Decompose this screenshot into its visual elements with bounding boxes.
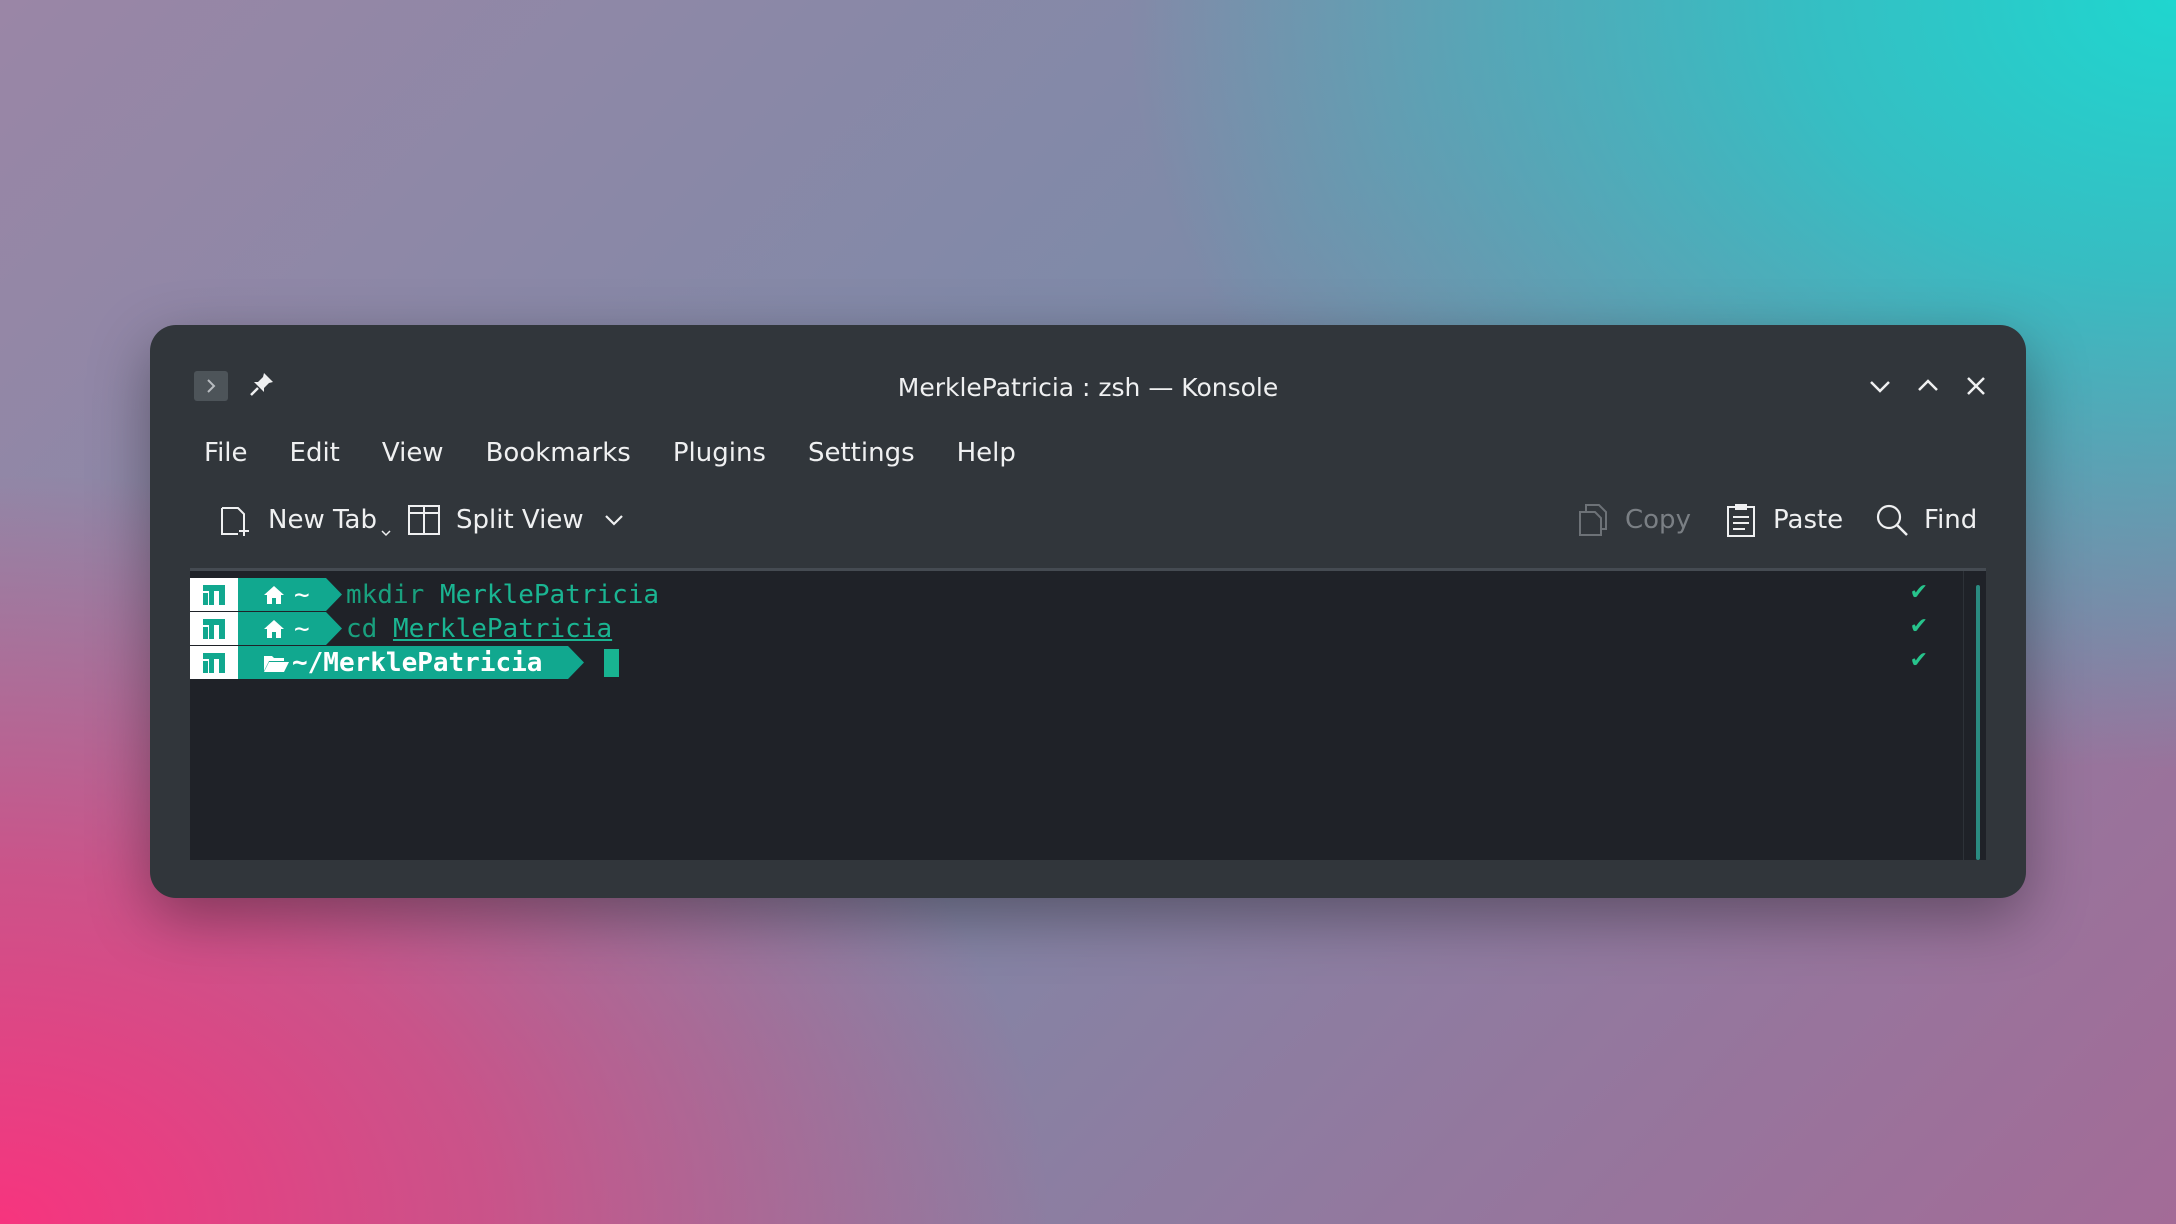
find-button[interactable]: Find (1874, 485, 1977, 555)
copy-icon (1579, 504, 1607, 536)
os-logo-icon (203, 584, 225, 605)
new-tab-button[interactable]: New Tab (218, 485, 393, 555)
maximize-button[interactable] (1913, 371, 1943, 401)
os-segment (190, 646, 254, 679)
path-text: ~ (294, 579, 310, 610)
os-logo-icon (203, 618, 225, 639)
home-icon (264, 585, 284, 604)
path-text: ~ (294, 613, 310, 644)
os-segment (190, 578, 254, 611)
command-argument: MerklePatricia (439, 579, 660, 610)
terminal-line: ~ mkdir MerklePatricia (190, 578, 659, 611)
command-name: cd (346, 613, 378, 644)
terminal-cursor (604, 648, 619, 677)
status-check-icon: ✔ (1909, 580, 1928, 605)
status-check-icon: ✔ (1909, 614, 1928, 639)
menu-view[interactable]: View (382, 433, 444, 473)
folder-open-icon (264, 655, 289, 672)
search-icon (1876, 504, 1908, 536)
menu-edit[interactable]: Edit (290, 433, 340, 473)
path-segment: ~ (238, 578, 342, 611)
menu-plugins[interactable]: Plugins (673, 433, 766, 473)
menu-help[interactable]: Help (957, 433, 1016, 473)
konsole-window: MerklePatricia : zsh — Konsole File Edit… (150, 325, 2026, 898)
menubar: File Edit View Bookmarks Plugins Setting… (204, 433, 1058, 473)
split-view-label: Split View (456, 505, 584, 535)
paste-label: Paste (1773, 505, 1844, 535)
os-logo-icon (203, 652, 225, 673)
terminal-view[interactable]: ~ mkdir MerklePatricia ✔ ~ cd MerklePatr… (190, 568, 1986, 860)
copy-button[interactable]: Copy (1575, 485, 1691, 555)
split-view-button[interactable]: Split View (406, 485, 628, 555)
new-tab-icon (221, 507, 249, 536)
menu-settings[interactable]: Settings (808, 433, 915, 473)
paste-icon (1727, 504, 1755, 537)
terminal-line: ~/MerklePatricia (190, 646, 619, 679)
status-check-icon: ✔ (1909, 648, 1928, 673)
terminal-line: ~ cd MerklePatricia (190, 612, 612, 645)
command-text: mkdir MerklePatricia (346, 580, 659, 610)
home-icon (264, 619, 284, 638)
find-label: Find (1924, 505, 1978, 535)
path-segment: ~/MerklePatricia (238, 646, 584, 679)
copy-label: Copy (1625, 505, 1691, 535)
os-segment (190, 612, 254, 645)
new-tab-label: New Tab (268, 505, 377, 535)
menu-bookmarks[interactable]: Bookmarks (486, 433, 631, 473)
terminal-top-border (190, 568, 1986, 571)
split-view-icon (408, 505, 440, 535)
scrollbar-thumb[interactable] (1976, 585, 1980, 860)
close-button[interactable] (1961, 371, 1991, 401)
minimize-button[interactable] (1865, 371, 1895, 401)
new-tab-dropdown-icon (381, 530, 391, 537)
titlebar[interactable]: MerklePatricia : zsh — Konsole (150, 325, 2026, 425)
window-title: MerklePatricia : zsh — Konsole (897, 373, 1279, 402)
command-argument: MerklePatricia (392, 613, 613, 644)
menu-file[interactable]: File (204, 433, 248, 473)
command-text: cd MerklePatricia (346, 614, 612, 644)
toolbar: New Tab Split View Copy Paste Find (150, 485, 2026, 555)
path-segment: ~ (238, 612, 342, 645)
paste-button[interactable]: Paste (1723, 485, 1843, 555)
path-text: ~/MerklePatricia (292, 647, 543, 678)
scrollbar[interactable] (1963, 571, 1986, 860)
command-name: mkdir (346, 579, 425, 610)
chevron-down-icon[interactable] (600, 506, 628, 534)
